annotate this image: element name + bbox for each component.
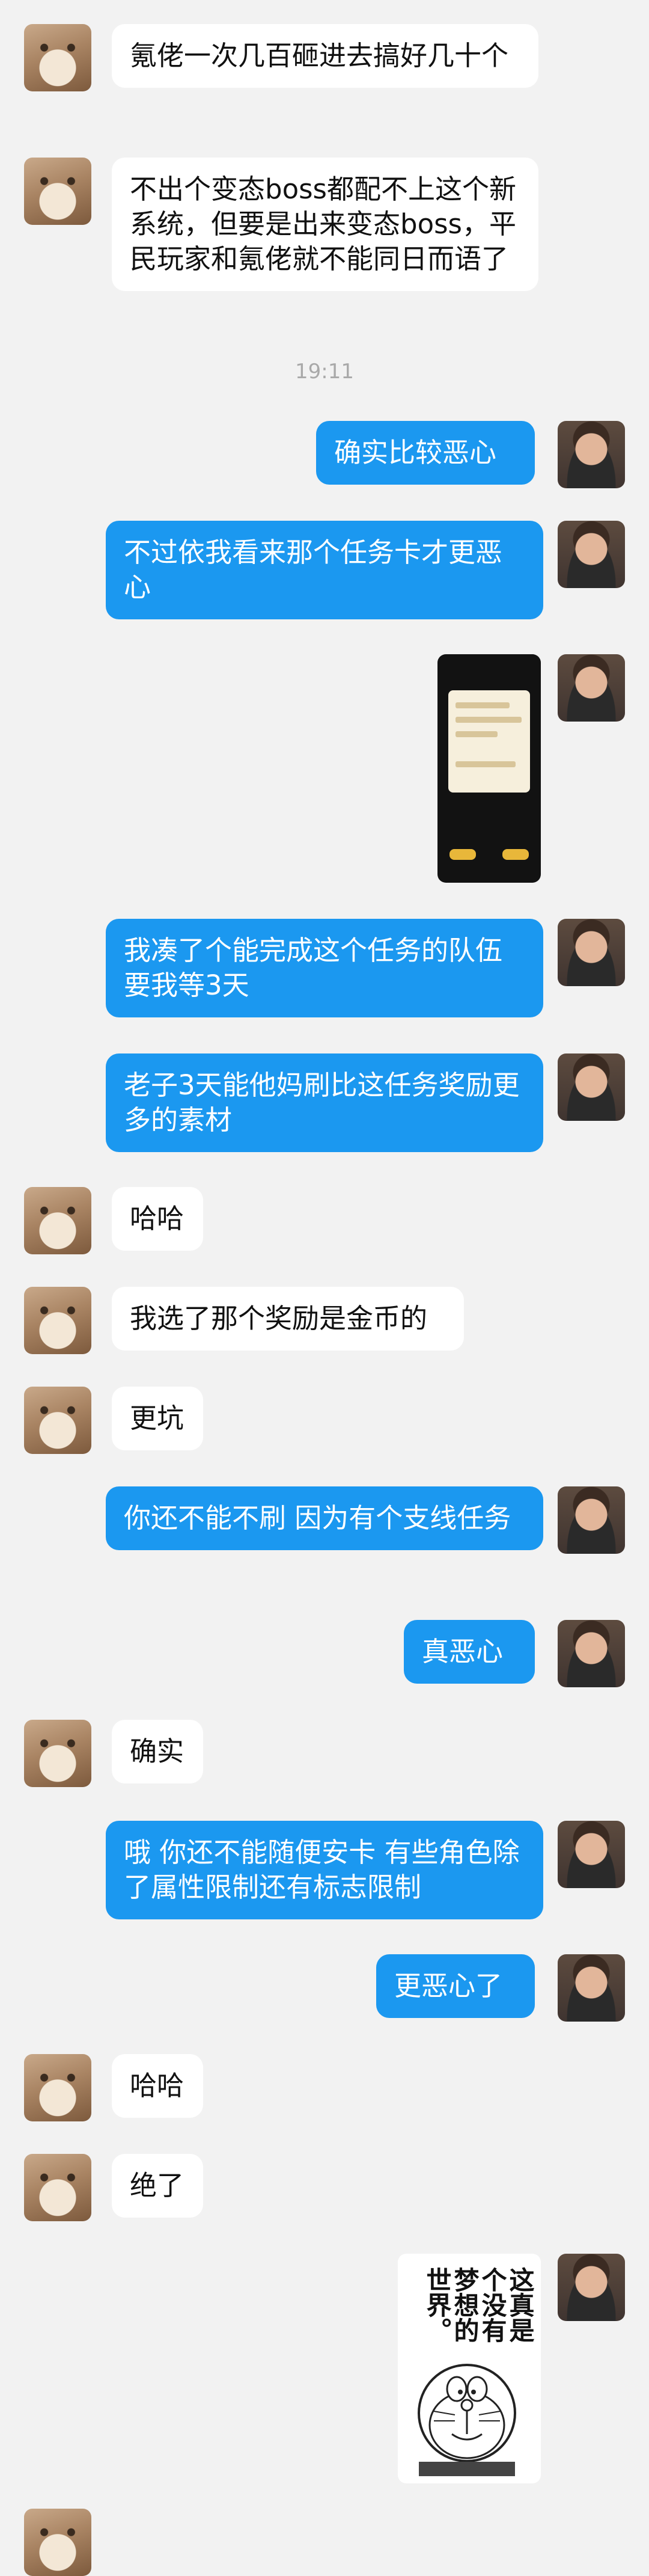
man-avatar-icon[interactable] xyxy=(558,1821,625,1888)
man-avatar-icon[interactable] xyxy=(558,919,625,986)
outgoing-message[interactable]: 老子3天能他妈刷比这任务奖励更多的素材 xyxy=(106,1053,543,1152)
meme-caption-line: 个没有 xyxy=(478,2267,507,2343)
incoming-message[interactable]: 我选了那个奖励是金币的 xyxy=(112,1287,464,1351)
cat-avatar-icon[interactable] xyxy=(24,2154,91,2221)
man-avatar-icon[interactable] xyxy=(558,2254,625,2321)
card-row xyxy=(456,731,498,737)
outgoing-message[interactable]: 更恶心了 xyxy=(376,1954,535,2018)
outgoing-message[interactable]: 你还不能不刷 因为有个支线任务 xyxy=(106,1486,543,1550)
outgoing-message[interactable]: 哦 你还不能随便安卡 有些角色除了属性限制还有标志限制 xyxy=(106,1821,543,1919)
man-avatar-icon[interactable] xyxy=(558,421,625,488)
incoming-message[interactable]: 哈哈 xyxy=(112,1187,203,1251)
outgoing-message[interactable]: 不过依我看来那个任务卡才更恶心 xyxy=(106,521,543,619)
cat-avatar-icon[interactable] xyxy=(24,2509,91,2576)
cat-avatar-icon[interactable] xyxy=(24,24,91,91)
game-button xyxy=(502,849,529,860)
message-timestamp: 19:11 xyxy=(295,360,354,384)
incoming-message[interactable]: 哈哈 xyxy=(112,2054,203,2118)
cat-avatar-icon[interactable] xyxy=(24,1287,91,1354)
incoming-message[interactable]: 绝了 xyxy=(112,2154,203,2218)
incoming-message[interactable]: 不出个变态boss都配不上这个新系统，但要是出来变态boss，平民玩家和氪佬就不… xyxy=(112,158,538,291)
man-avatar-icon[interactable] xyxy=(558,1620,625,1687)
meme-caption-line: 世界。 xyxy=(422,2267,452,2343)
outgoing-message[interactable]: 确实比较恶心 xyxy=(316,421,535,485)
man-avatar-icon[interactable] xyxy=(558,1486,625,1554)
task-card xyxy=(448,690,530,793)
outgoing-message[interactable]: 我凑了个能完成这个任务的队伍 要我等3天 xyxy=(106,919,543,1017)
game-button xyxy=(449,849,476,860)
meme-image[interactable]: 这真是 个没有 梦想的 世界。 xyxy=(398,2254,541,2483)
doraemon-illustration xyxy=(418,2364,516,2476)
cat-avatar-icon[interactable] xyxy=(24,1187,91,1254)
card-row xyxy=(456,717,522,723)
incoming-message[interactable]: 氪佬一次几百砸进去搞好几十个 xyxy=(112,24,538,88)
man-avatar-icon[interactable] xyxy=(558,1954,625,2022)
man-avatar-icon[interactable] xyxy=(558,1053,625,1121)
card-row xyxy=(456,702,510,708)
outgoing-message[interactable]: 真恶心 xyxy=(404,1620,535,1684)
man-avatar-icon[interactable] xyxy=(558,521,625,588)
meme-caption-line: 梦想的 xyxy=(450,2267,480,2343)
game-screenshot-image[interactable] xyxy=(437,654,541,883)
meme-caption-line: 这真是 xyxy=(505,2267,535,2343)
cat-avatar-icon[interactable] xyxy=(24,2054,91,2121)
cat-avatar-icon[interactable] xyxy=(24,1387,91,1454)
incoming-message[interactable]: 确实 xyxy=(112,1720,203,1783)
man-avatar-icon[interactable] xyxy=(558,654,625,722)
card-row xyxy=(456,761,516,767)
incoming-message[interactable]: 更坑 xyxy=(112,1387,203,1450)
cat-avatar-icon[interactable] xyxy=(24,1720,91,1787)
cat-avatar-icon[interactable] xyxy=(24,158,91,225)
